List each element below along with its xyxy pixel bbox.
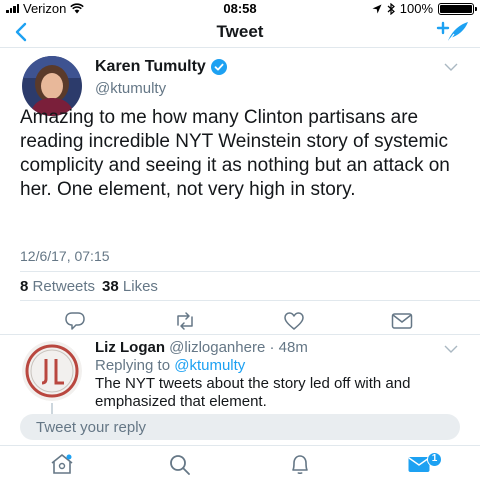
- likes-label: Likes: [122, 278, 158, 295]
- author-handle[interactable]: @ktumulty: [95, 80, 166, 97]
- chevron-down-icon[interactable]: [444, 344, 458, 354]
- heart-icon[interactable]: [283, 311, 305, 331]
- notifications-icon[interactable]: [288, 453, 312, 475]
- divider: [20, 300, 480, 301]
- home-icon[interactable]: [50, 453, 74, 475]
- nav-bar: Tweet: [0, 16, 480, 48]
- status-bar: Verizon 08:58 100%: [0, 0, 480, 16]
- likes-stat[interactable]: 38 Likes: [102, 278, 158, 295]
- bluetooth-icon: [387, 2, 395, 15]
- page-title: Tweet: [216, 22, 264, 41]
- replying-to: Replying to @ktumulty: [95, 357, 245, 374]
- author-name[interactable]: Karen Tumulty: [95, 58, 206, 76]
- battery-fill: [440, 4, 472, 13]
- reply-author-row[interactable]: Liz Logan @lizloganhere · 48m: [95, 339, 308, 356]
- avatar[interactable]: [22, 341, 82, 401]
- location-arrow-icon: [372, 4, 382, 13]
- status-right: 100%: [372, 1, 477, 16]
- search-icon[interactable]: [168, 453, 192, 475]
- direct-message-icon[interactable]: [391, 311, 413, 331]
- retweets-stat[interactable]: 8 Retweets: [20, 278, 95, 295]
- author-name-row[interactable]: Karen Tumulty: [95, 58, 227, 76]
- retweet-icon[interactable]: [174, 311, 196, 331]
- tab-bar: 1: [0, 445, 480, 480]
- reply-author-name[interactable]: Liz Logan: [95, 339, 165, 356]
- replying-to-prefix: Replying to: [95, 357, 171, 374]
- likes-count: 38: [102, 278, 119, 295]
- divider: [20, 271, 480, 272]
- reply-age: 48m: [278, 339, 308, 356]
- chevron-down-icon[interactable]: [444, 62, 458, 72]
- reply-text: The NYT tweets about the story led off w…: [95, 375, 411, 410]
- tweet-timestamp: 12/6/17, 07:15: [20, 248, 110, 264]
- tweet-stats: 8 Retweets 38 Likes: [20, 278, 158, 295]
- tweet-actions: [0, 305, 480, 337]
- retweets-label: Retweets: [32, 278, 96, 295]
- reply-separator: ·: [269, 339, 275, 356]
- reply-handle[interactable]: @lizloganhere: [169, 339, 265, 356]
- replying-to-handle[interactable]: @ktumulty: [174, 357, 245, 374]
- tweet-text: Amazing to me how many Clinton partisans…: [20, 107, 450, 200]
- retweets-count: 8: [20, 278, 29, 295]
- messages-badge: 1: [427, 452, 442, 467]
- battery-icon: [438, 2, 477, 15]
- verified-badge-icon: [210, 59, 227, 75]
- compose-tweet-icon[interactable]: [436, 19, 470, 45]
- reply-icon[interactable]: [64, 311, 86, 331]
- divider: [0, 334, 480, 335]
- battery-percent: 100%: [399, 1, 433, 16]
- reply-input[interactable]: Tweet your reply: [20, 414, 460, 440]
